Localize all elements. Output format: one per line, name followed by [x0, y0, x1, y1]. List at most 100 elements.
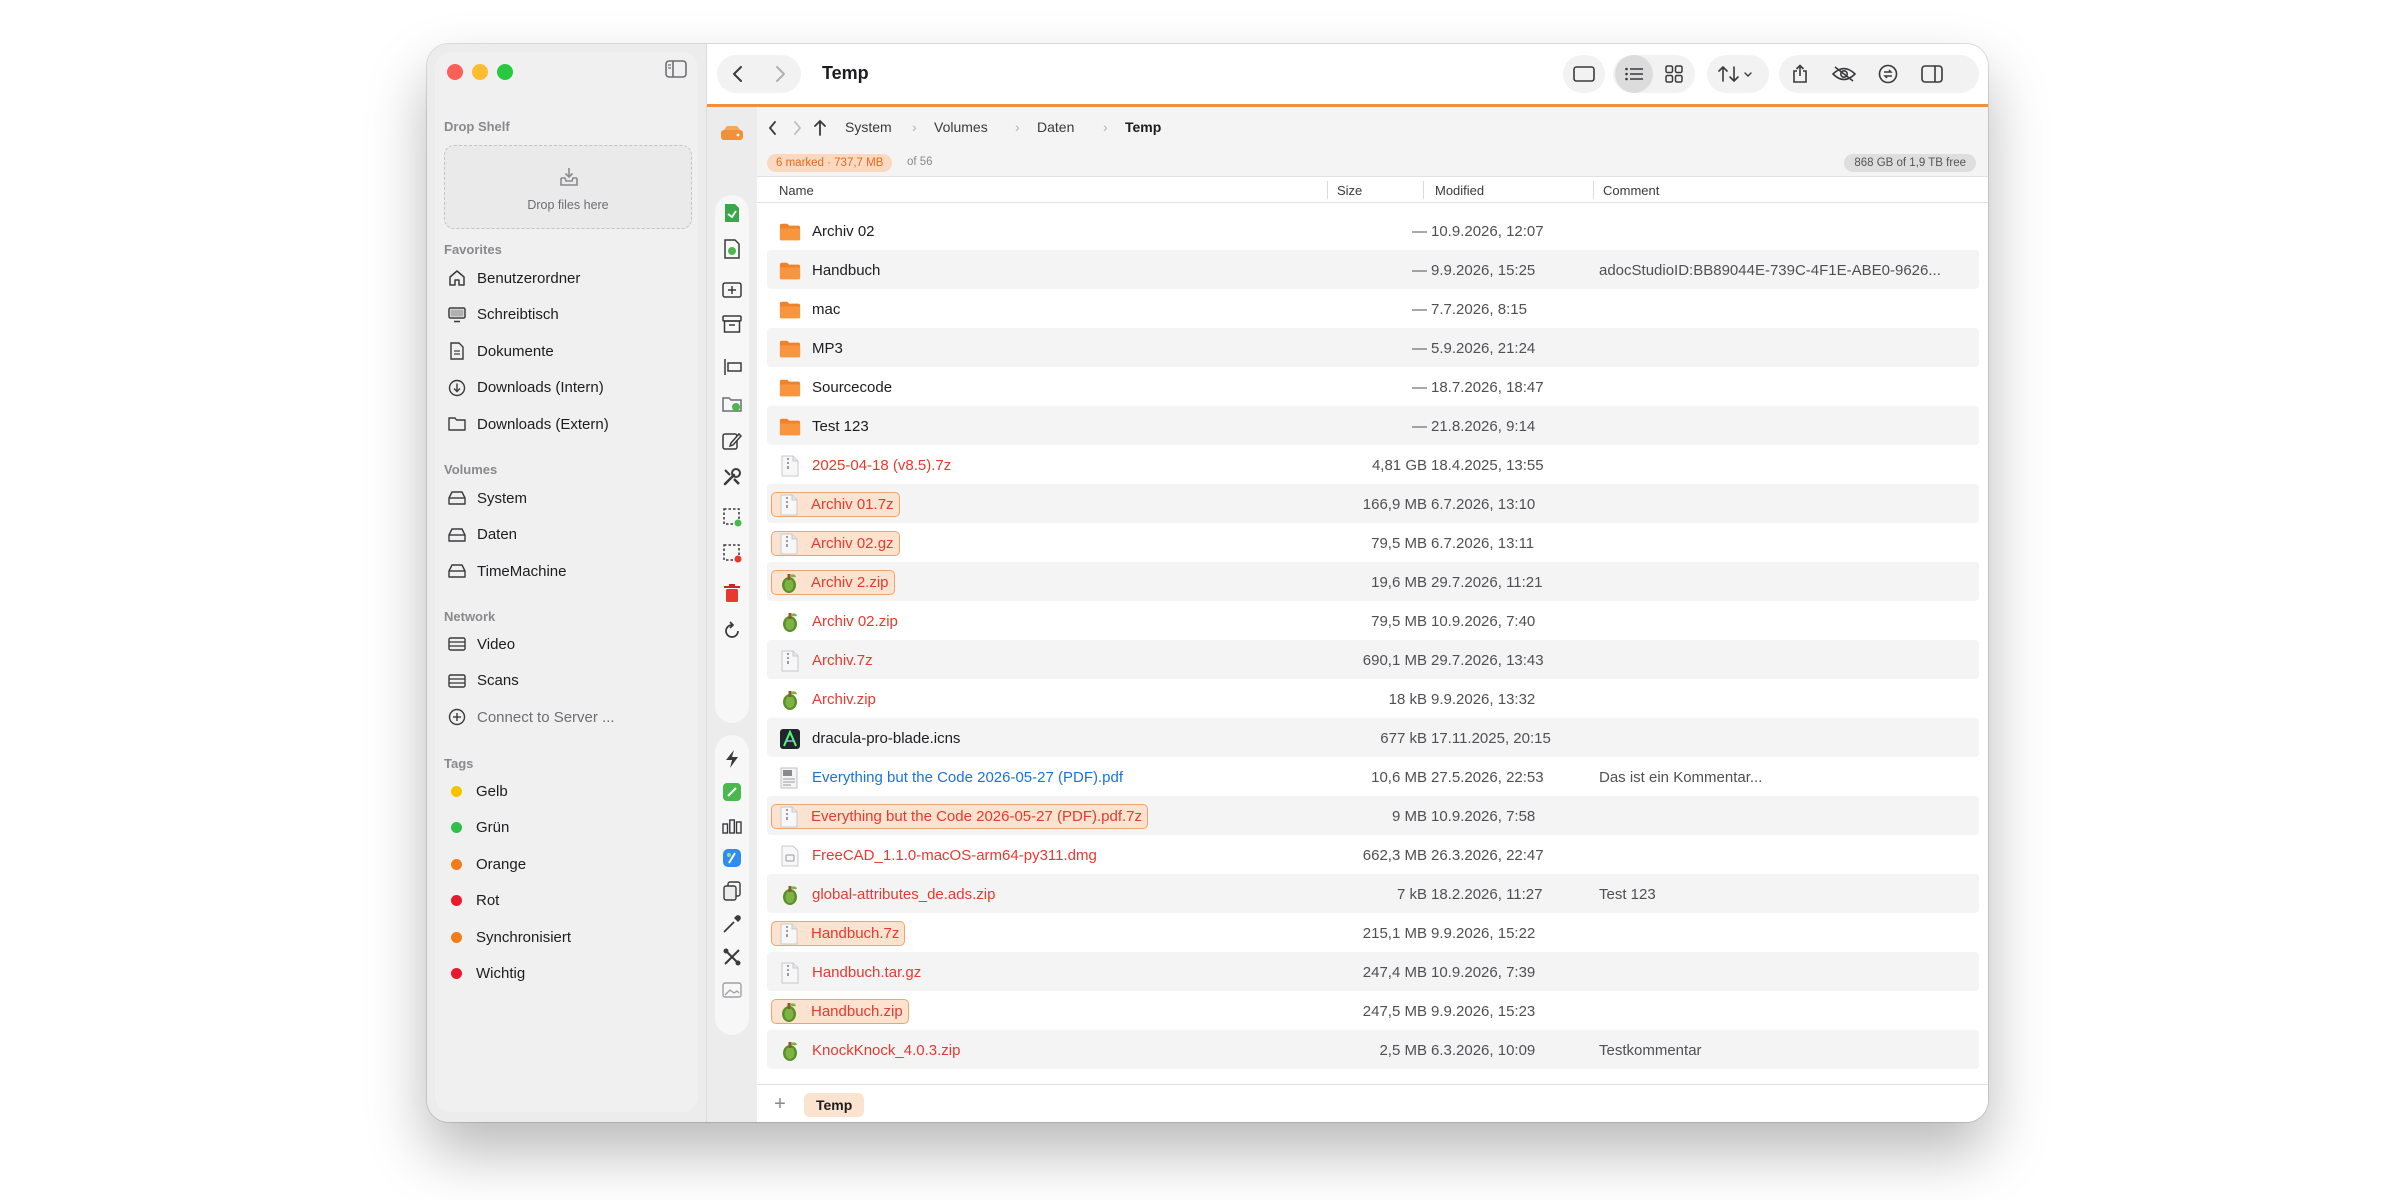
- grid-view-icon[interactable]: [1655, 55, 1693, 93]
- column-name[interactable]: Name: [779, 183, 814, 198]
- breadcrumb-daten[interactable]: Daten: [1037, 119, 1074, 135]
- dropper-icon[interactable]: [720, 912, 744, 936]
- column-separator[interactable]: [1327, 181, 1328, 199]
- file-name-cell[interactable]: Handbuch.zip: [771, 999, 909, 1024]
- breadcrumb-temp[interactable]: Temp: [1125, 119, 1161, 135]
- table-row[interactable]: Handbuch.7z 215,1 MB 9.9.2026, 15:22: [767, 913, 1979, 952]
- file-name-cell[interactable]: MP3: [779, 336, 843, 361]
- sidebar-item-dokumente[interactable]: Dokumente: [447, 336, 687, 366]
- table-row[interactable]: Everything but the Code 2026-05-27 (PDF)…: [767, 796, 1979, 835]
- file-name-cell[interactable]: 2025-04-18 (v8.5).7z: [779, 453, 951, 478]
- rename-text-icon[interactable]: [720, 355, 744, 379]
- table-row[interactable]: 2025-04-18 (v8.5).7z 4,81 GB 18.4.2025, 13…: [767, 445, 1979, 484]
- sidebar-item-system[interactable]: System: [447, 483, 687, 513]
- trash-icon[interactable]: [720, 581, 744, 605]
- minimize-window-button[interactable]: [472, 64, 488, 80]
- sidebar-toggle-icon[interactable]: [665, 60, 687, 78]
- app-green-icon[interactable]: [720, 780, 744, 804]
- table-row[interactable]: Archiv 02.zip 79,5 MB 10.9.2026, 7:40: [767, 601, 1979, 640]
- hidden-files-eye-icon[interactable]: [1825, 55, 1863, 93]
- path-up-icon[interactable]: [813, 119, 827, 142]
- image-preview-icon[interactable]: [720, 978, 744, 1002]
- table-row[interactable]: Archiv.7z 690,1 MB 29.7.2026, 13:43: [767, 640, 1979, 679]
- new-folder-icon[interactable]: [720, 277, 744, 301]
- table-row[interactable]: Test 123 —21.8.2026, 9:14: [767, 406, 1979, 445]
- tag-item-gr-n[interactable]: Grün: [447, 813, 687, 843]
- table-row[interactable]: Archiv 02.gz 79,5 MB 6.7.2026, 13:11: [767, 523, 1979, 562]
- sidebar-item-downloads-extern[interactable]: Downloads (Extern): [447, 409, 687, 439]
- drive-orange-icon[interactable]: [720, 121, 744, 145]
- sidebar-item-timemachine[interactable]: TimeMachine: [447, 556, 687, 586]
- file-name-cell[interactable]: Everything but the Code 2026-05-27 (PDF)…: [779, 765, 1123, 790]
- tab-temp[interactable]: Temp: [804, 1093, 865, 1117]
- drop-shelf-zone[interactable]: Drop files here: [444, 145, 692, 229]
- sync-compare-icon[interactable]: [1869, 55, 1907, 93]
- file-name-cell[interactable]: Archiv.zip: [779, 687, 876, 712]
- deselect-marquee-red-icon[interactable]: [720, 541, 744, 565]
- table-row[interactable]: Handbuch.zip 247,5 MB 9.9.2026, 15:23: [767, 991, 1979, 1030]
- back-button[interactable]: [717, 55, 759, 93]
- table-row[interactable]: global-attributes_de.ads.zip 7 kB 18.2.202…: [767, 874, 1979, 913]
- tag-item-wichtig[interactable]: Wichtig: [447, 959, 687, 989]
- file-name-cell[interactable]: Archiv 02.gz: [771, 531, 900, 556]
- copy-documents-icon[interactable]: [720, 879, 744, 903]
- file-name-cell[interactable]: KnockKnock_4.0.3.zip: [779, 1038, 960, 1063]
- file-name-cell[interactable]: Sourcecode: [779, 375, 892, 400]
- file-name-cell[interactable]: dracula-pro-blade.icns: [779, 726, 960, 751]
- inspector-toggle-icon[interactable]: [1913, 55, 1951, 93]
- column-comment[interactable]: Comment: [1603, 183, 1659, 198]
- folder-green-icon[interactable]: [720, 392, 744, 416]
- file-name-cell[interactable]: Archiv 01.7z: [771, 492, 900, 517]
- sort-menu-icon[interactable]: [1711, 55, 1765, 93]
- edit-pencil-icon[interactable]: [720, 429, 744, 453]
- table-row[interactable]: Handbuch —9.9.2026, 15:25 adocStudioID:BB8…: [767, 250, 1979, 289]
- file-name-cell[interactable]: Handbuch: [779, 258, 880, 283]
- file-name-cell[interactable]: global-attributes_de.ads.zip: [779, 882, 995, 907]
- table-row[interactable]: Archiv.zip 18 kB 9.9.2026, 13:32: [767, 679, 1979, 718]
- sidebar-item-video[interactable]: Video: [447, 629, 687, 659]
- column-size[interactable]: Size: [1337, 183, 1362, 198]
- column-modified[interactable]: Modified: [1435, 183, 1484, 198]
- sidebar-item-schreibtisch[interactable]: Schreibtisch: [447, 300, 687, 330]
- file-name-cell[interactable]: Archiv.7z: [779, 648, 873, 673]
- column-separator[interactable]: [1423, 181, 1424, 199]
- file-name-cell[interactable]: Archiv 2.zip: [771, 570, 895, 595]
- table-row[interactable]: dracula-pro-blade.icns 677 kB 17.11.2025, …: [767, 718, 1979, 757]
- sidebar-item-downloads-intern[interactable]: Downloads (Intern): [447, 373, 687, 403]
- table-row[interactable]: mac —7.7.2026, 8:15: [767, 289, 1979, 328]
- close-window-button[interactable]: [447, 64, 463, 80]
- new-file-green-icon[interactable]: [720, 201, 744, 225]
- refresh-icon[interactable]: [720, 619, 744, 643]
- sidebar-item-scans[interactable]: Scans: [447, 666, 687, 696]
- file-name-cell[interactable]: FreeCAD_1.1.0-macOS-arm64-py311.dmg: [779, 843, 1097, 868]
- tag-item-rot[interactable]: Rot: [447, 886, 687, 916]
- tag-item-orange[interactable]: Orange: [447, 849, 687, 879]
- table-row[interactable]: Sourcecode —18.7.2026, 18:47: [767, 367, 1979, 406]
- table-row[interactable]: Handbuch.tar.gz 247,4 MB 10.9.2026, 7:39: [767, 952, 1979, 991]
- sidebar-item-daten[interactable]: Daten: [447, 520, 687, 550]
- archive-box-icon[interactable]: [720, 312, 744, 336]
- file-name-cell[interactable]: Handbuch.tar.gz: [779, 960, 921, 985]
- developer-tools-icon[interactable]: [720, 945, 744, 969]
- file-name-cell[interactable]: Archiv 02: [779, 219, 875, 244]
- lightning-icon[interactable]: [720, 747, 744, 771]
- breadcrumb-system[interactable]: System: [845, 119, 892, 135]
- file-name-cell[interactable]: Archiv 02.zip: [779, 609, 898, 634]
- app-blue-icon[interactable]: [720, 846, 744, 870]
- zoom-window-button[interactable]: [497, 64, 513, 80]
- tag-item-synchronisiert[interactable]: Synchronisiert: [447, 922, 687, 952]
- file-name-cell[interactable]: Test 123: [779, 414, 869, 439]
- select-marquee-green-icon[interactable]: [720, 505, 744, 529]
- table-row[interactable]: MP3 —5.9.2026, 21:24: [767, 328, 1979, 367]
- bar-chart-icon[interactable]: [720, 813, 744, 837]
- sidebar-item-benutzerordner[interactable]: Benutzerordner: [447, 263, 687, 293]
- sidebar-item-connect-to-server[interactable]: Connect to Server ...: [447, 702, 687, 732]
- file-name-cell[interactable]: mac: [779, 297, 840, 322]
- table-row[interactable]: Archiv 2.zip 19,6 MB 29.7.2026, 11:21: [767, 562, 1979, 601]
- table-row[interactable]: FreeCAD_1.1.0-macOS-arm64-py311.dmg 662,3…: [767, 835, 1979, 874]
- path-back-icon[interactable]: [767, 120, 779, 141]
- table-row[interactable]: KnockKnock_4.0.3.zip 2,5 MB 6.3.2026, 10:0…: [767, 1030, 1979, 1069]
- table-row[interactable]: Archiv 01.7z 166,9 MB 6.7.2026, 13:10: [767, 484, 1979, 523]
- single-pane-icon[interactable]: [1565, 55, 1603, 93]
- path-forward-icon[interactable]: [791, 120, 803, 141]
